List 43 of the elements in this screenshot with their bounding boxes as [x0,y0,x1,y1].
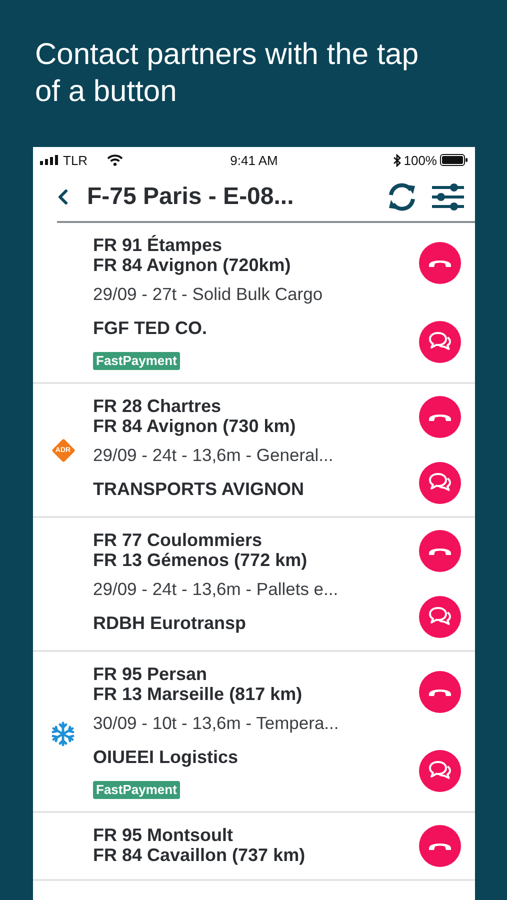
headline: Contact partners with the tap of a button [34,37,420,110]
load-details: 29/09 - 24t - 13,6m - General... [93,445,334,465]
hang-up-button[interactable] [419,670,461,713]
route-destination: FR 84 Cavaillon (737 km) [93,845,306,865]
back-button[interactable] [57,188,69,206]
hang-up-button[interactable] [419,396,461,438]
route-destination: FR 13 Gémenos (772 km) [93,550,308,570]
chat-button[interactable] [419,750,461,792]
hang-up-button[interactable] [419,242,461,284]
carrier-name: TLR [63,152,88,168]
snowflake-icon [50,720,76,746]
company-name: OIUEEI Logistics [93,747,240,767]
signal-icon [40,155,60,165]
route-origin: FR 28 Chartres [93,396,222,416]
chat-button[interactable] [419,321,461,364]
load-details: 30/09 - 10t - 13,6m - Tempera... [93,713,340,733]
load-details: 29/09 - 27t - Solid Bulk Cargo [93,284,324,304]
route-origin: FR 91 Étampes [93,235,224,255]
fast-payment-tag: FastPayment [93,781,180,799]
route-origin: FR 77 Coulommiers [93,530,264,550]
hang-up-button[interactable] [419,825,461,867]
company-name: TRANSPORTS AVIGNON [93,479,306,499]
chat-button[interactable] [419,462,461,504]
route-origin: FR 95 Persan [93,664,208,684]
route-origin: FR 95 Montsoult [93,825,234,845]
company-name: RDBH Eurotransp [93,613,248,633]
page-title: F-75 Paris - E-08... [87,183,295,211]
company-name: FGF TED CO. [93,318,208,338]
route-destination: FR 13 Marseille (817 km) [93,684,304,704]
route-destination: FR 84 Avignon (720km) [93,255,292,275]
route-destination: FR 84 Avignon (730 km) [93,416,297,436]
load-details: 29/09 - 24t - 13,6m - Pallets e... [93,579,340,599]
hang-up-button[interactable] [419,530,461,572]
filter-button[interactable] [431,182,465,212]
battery-percent: 100% [404,152,437,168]
fast-payment-tag: FastPayment [93,352,180,370]
chat-icon [428,606,452,628]
chat-button[interactable] [419,596,461,638]
chat-icon [428,472,452,494]
bluetooth-icon [392,154,401,166]
clock-time: 9:41 AM [230,152,278,168]
battery-icon [440,154,468,166]
wifi-icon [106,154,123,166]
